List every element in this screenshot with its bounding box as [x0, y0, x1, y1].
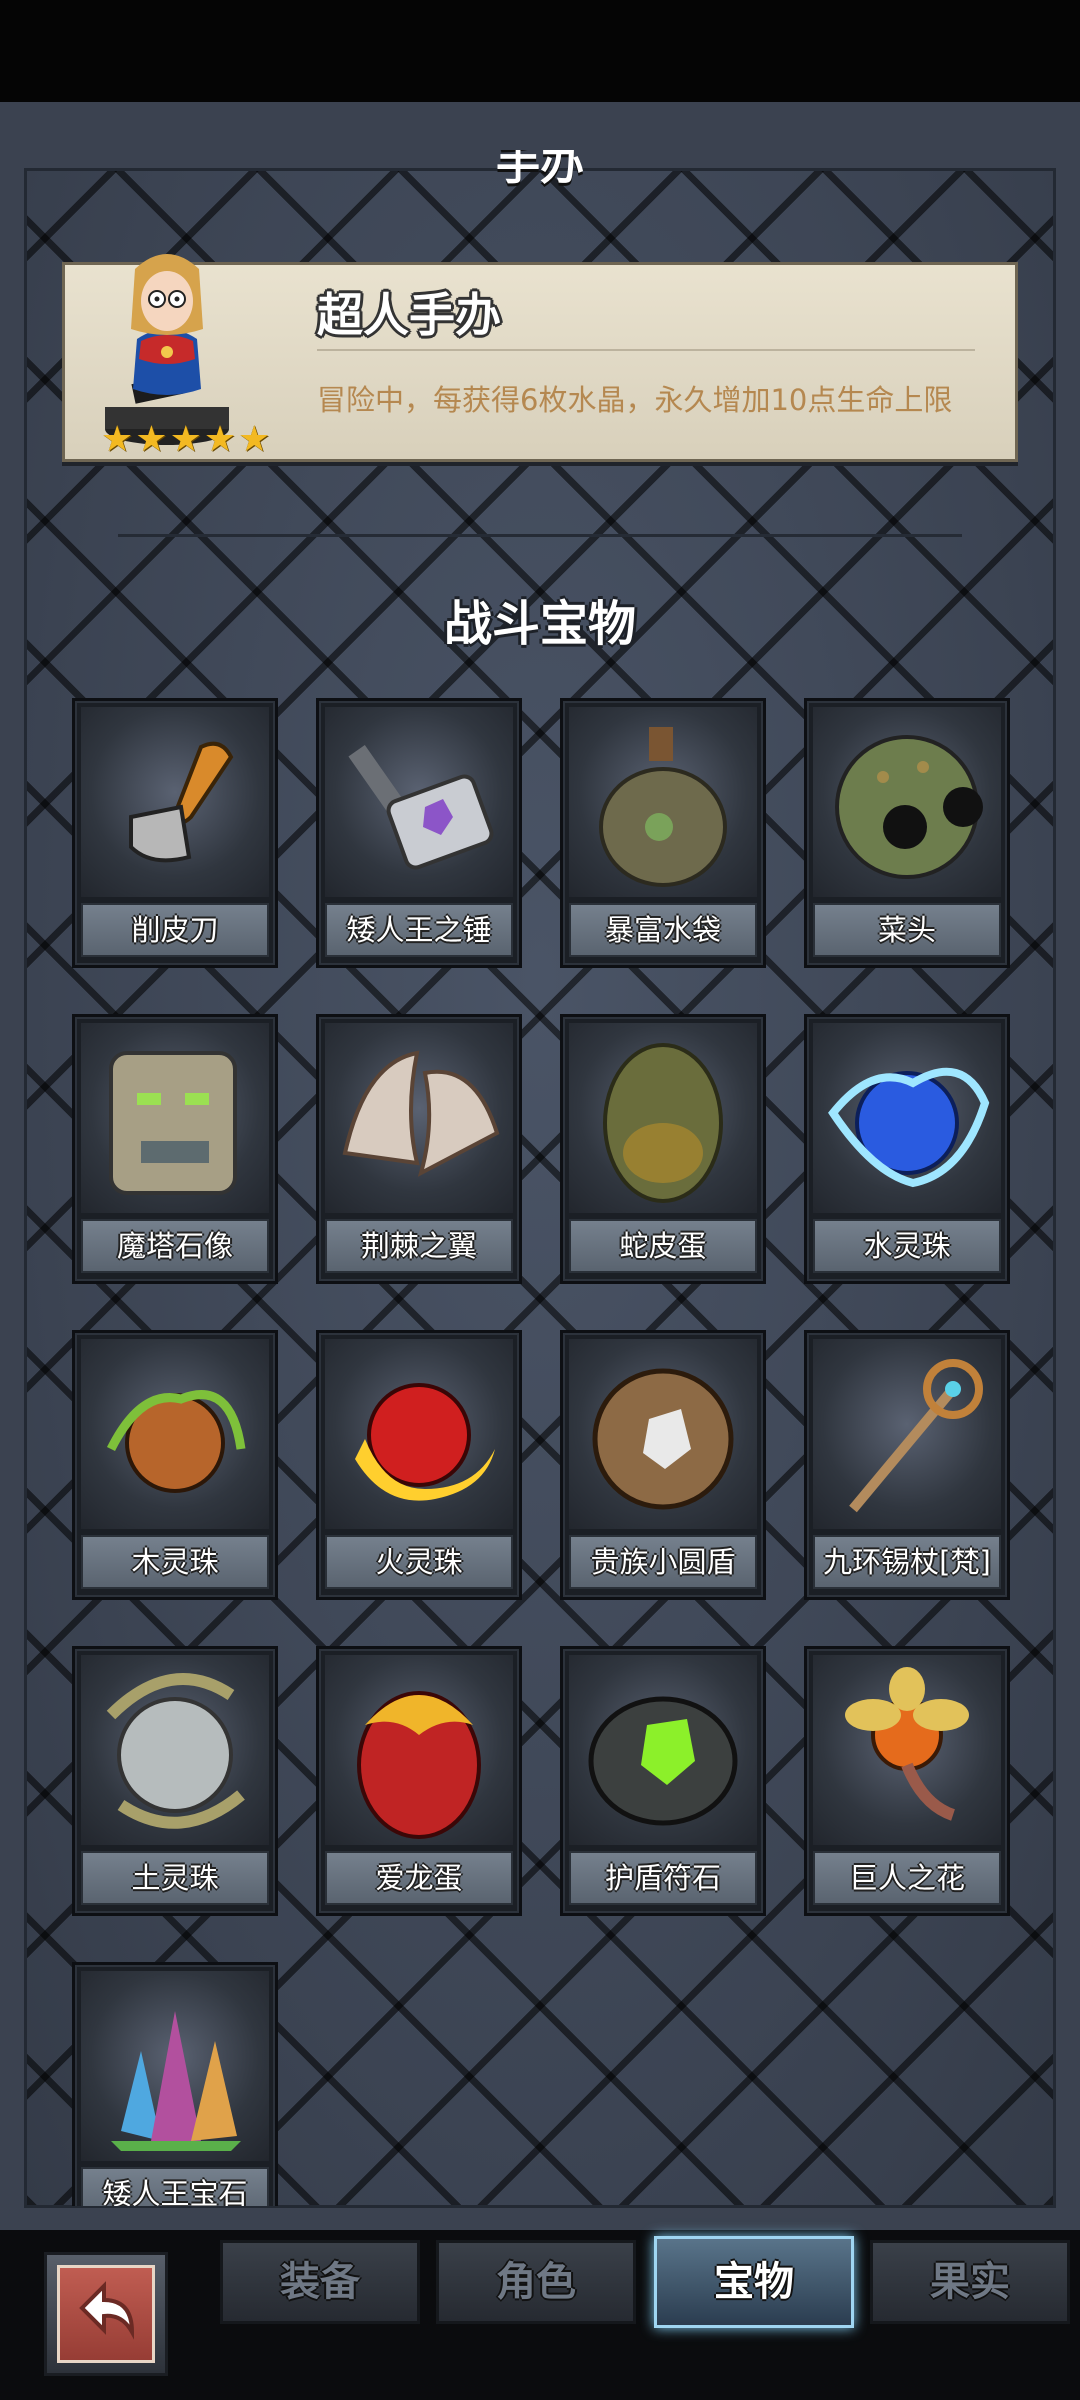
treasure-item-label: 蛇皮蛋 — [569, 1219, 757, 1273]
giant-flower-icon — [813, 1655, 1001, 1845]
figure-description: 冒险中，每获得6枚水晶，永久增加10点生命上限 — [317, 383, 953, 417]
treasure-item[interactable]: 九环锡杖[梵] — [804, 1330, 1010, 1600]
section-title: 战斗宝物 — [443, 596, 636, 652]
treasure-item[interactable]: 暴富水袋 — [560, 698, 766, 968]
section-divider — [118, 534, 962, 537]
treasure-item-label: 暴富水袋 — [569, 903, 757, 957]
round-shield-icon — [569, 1339, 757, 1529]
water-orb-icon — [813, 1023, 1001, 1213]
treasure-item[interactable]: 水灵珠 — [804, 1014, 1010, 1284]
treasure-item[interactable]: 火灵珠 — [316, 1330, 522, 1600]
treasure-item[interactable]: 蛇皮蛋 — [560, 1014, 766, 1284]
back-arrow-icon — [79, 2281, 135, 2340]
snake-egg-icon — [569, 1023, 757, 1213]
tab-0[interactable]: 装备 — [220, 2240, 420, 2324]
figure-divider — [317, 349, 975, 351]
stone-statue-icon — [81, 1023, 269, 1213]
star-icon: ★ — [135, 419, 168, 460]
treasure-item[interactable]: 护盾符石 — [560, 1646, 766, 1916]
treasure-item[interactable]: 矮人王宝石 — [72, 1962, 278, 2206]
treasure-item-label: 削皮刀 — [81, 903, 269, 957]
treasure-item-label: 矮人王之锤 — [325, 903, 513, 957]
treasure-item-label: 护盾符石 — [569, 1851, 757, 1905]
treasure-item-label: 荆棘之翼 — [325, 1219, 513, 1273]
water-pouch-icon — [569, 707, 757, 897]
star-rating: ★ ★ ★ ★ ★ — [101, 419, 271, 460]
treasure-item[interactable]: 爱龙蛋 — [316, 1646, 522, 1916]
treasure-item[interactable]: 木灵珠 — [72, 1330, 278, 1600]
star-icon: ★ — [101, 419, 134, 460]
treasure-grid: 削皮刀 矮人王之锤 暴富水袋 菜头魔塔石像 荆棘之翼 蛇皮蛋 水灵珠木灵珠 火灵珠 贵族小圆盾 九… — [0, 690, 1080, 2206]
status-bar — [0, 0, 1080, 102]
treasure-item-label: 土灵珠 — [81, 1851, 269, 1905]
star-icon: ★ — [169, 419, 202, 460]
treasure-item[interactable]: 贵族小圆盾 — [560, 1330, 766, 1600]
tab-2[interactable]: 宝物 — [654, 2236, 854, 2328]
treasure-item-label: 爱龙蛋 — [325, 1851, 513, 1905]
treasure-item[interactable]: 魔塔石像 — [72, 1014, 278, 1284]
back-button[interactable] — [44, 2252, 168, 2376]
hammer-icon — [325, 707, 513, 897]
rune-stone-icon — [569, 1655, 757, 1845]
crystal-gem-icon — [81, 1971, 269, 2161]
dragon-egg-icon — [325, 1655, 513, 1845]
treasure-item-label: 菜头 — [813, 903, 1001, 957]
treasure-item[interactable]: 矮人王之锤 — [316, 698, 522, 968]
tab-1[interactable]: 角色 — [436, 2240, 636, 2324]
treasure-item-label: 水灵珠 — [813, 1219, 1001, 1273]
treasure-item[interactable]: 巨人之花 — [804, 1646, 1010, 1916]
wood-orb-icon — [81, 1339, 269, 1529]
star-icon: ★ — [203, 419, 237, 460]
tab-3[interactable]: 果实 — [870, 2240, 1070, 2324]
figure-section-title: 手办 — [496, 150, 584, 190]
earth-orb-icon — [81, 1655, 269, 1845]
star-icon: ★ — [238, 419, 271, 460]
peeler-icon — [81, 707, 269, 897]
treasure-item-label: 九环锡杖[梵] — [813, 1535, 1001, 1589]
staff-icon — [813, 1339, 1001, 1529]
treasure-item[interactable]: 土灵珠 — [72, 1646, 278, 1916]
treasure-item-label: 巨人之花 — [813, 1851, 1001, 1905]
treasure-item-label: 魔塔石像 — [81, 1219, 269, 1273]
figure-name: 超人手办 — [317, 288, 501, 342]
fire-orb-icon — [325, 1339, 513, 1529]
treasure-item-label: 矮人王宝石 — [81, 2167, 269, 2206]
treasure-item[interactable]: 削皮刀 — [72, 698, 278, 968]
treasure-item[interactable]: 荆棘之翼 — [316, 1014, 522, 1284]
treasure-item-label: 贵族小圆盾 — [569, 1535, 757, 1589]
cabbage-head-icon — [813, 707, 1001, 897]
thorn-wings-icon — [325, 1023, 513, 1213]
treasure-item[interactable]: 菜头 — [804, 698, 1010, 968]
treasure-item-label: 木灵珠 — [81, 1535, 269, 1589]
figure-card[interactable]: ★ ★ ★ ★ ★ 超人手办 冒险中，每获得6枚水晶，永久增加10点生命上限 — [62, 254, 1018, 462]
treasure-item-label: 火灵珠 — [325, 1535, 513, 1589]
